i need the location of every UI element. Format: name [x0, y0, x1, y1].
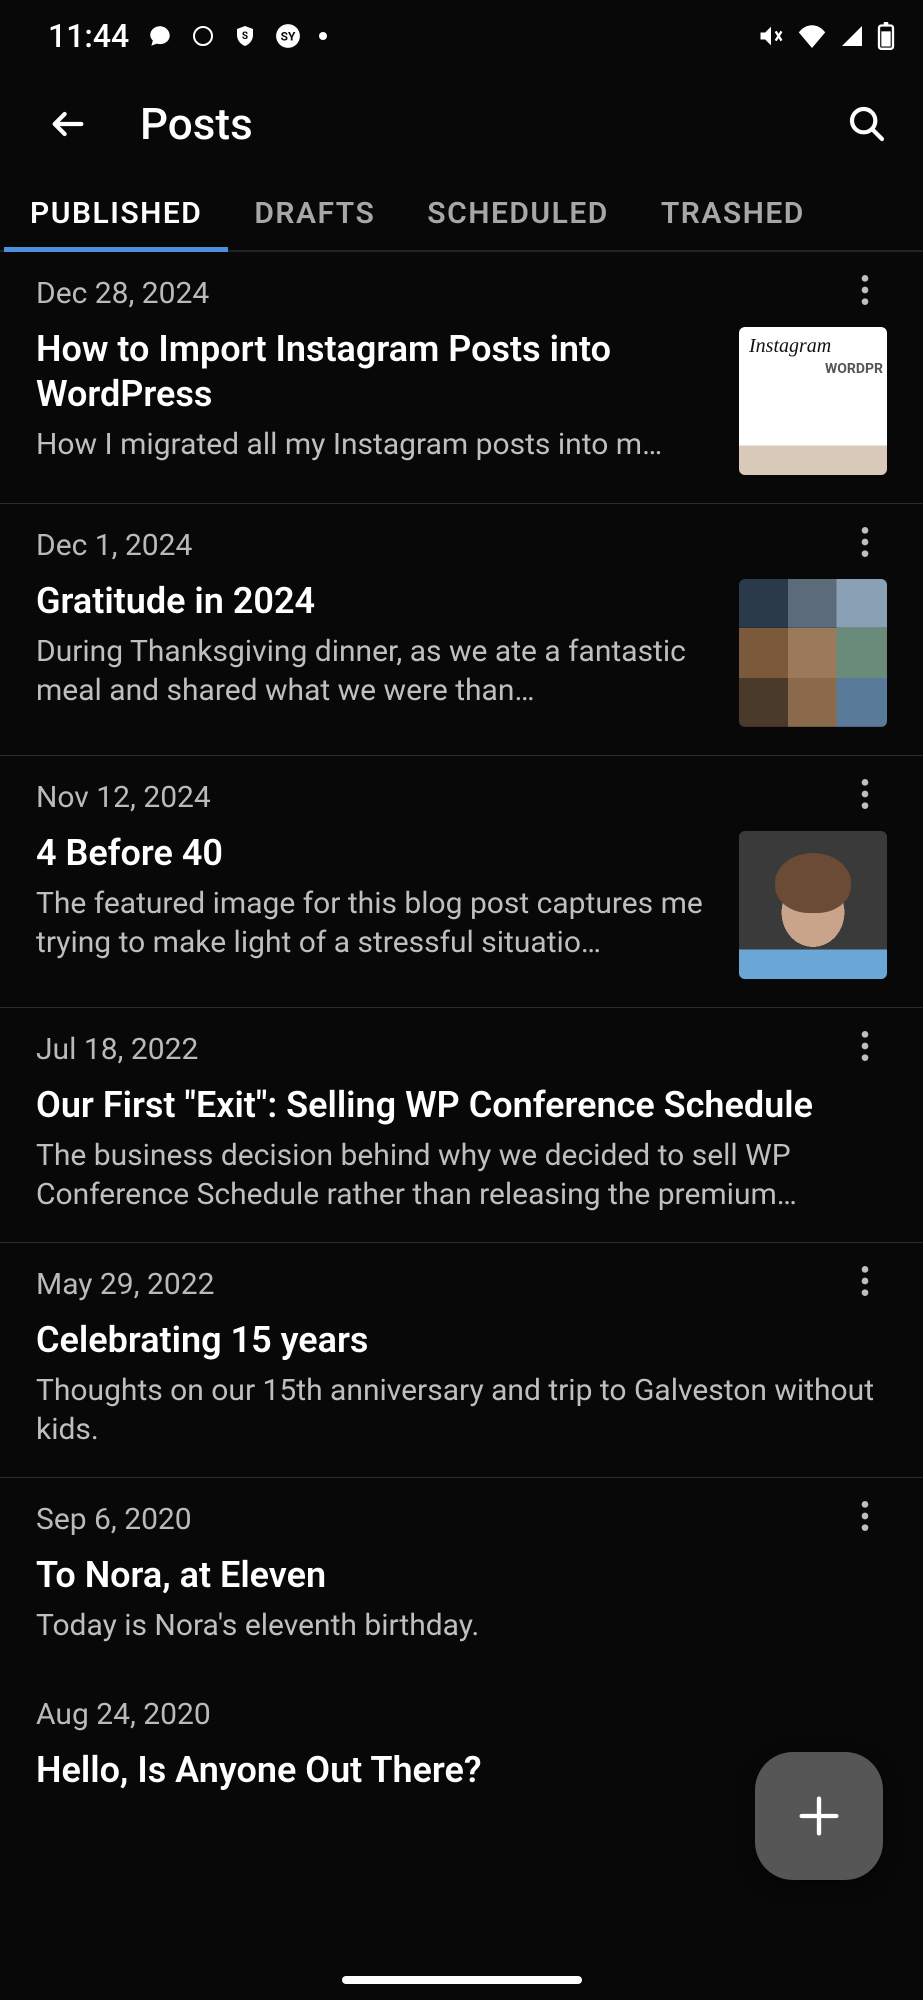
back-button[interactable] — [40, 96, 96, 152]
battery-icon — [877, 22, 895, 50]
post-title: Our First "Exit": Selling WP Conference … — [36, 1083, 887, 1128]
row-menu-button[interactable] — [847, 272, 883, 308]
chat-icon — [147, 23, 173, 49]
plus-icon — [793, 1790, 845, 1842]
row-menu-button[interactable] — [847, 1028, 883, 1064]
sy-badge-icon: SY — [275, 23, 301, 49]
tab-trashed[interactable]: TRASHED — [635, 176, 831, 250]
status-bar: 11:44 S SY — [0, 0, 923, 72]
tab-label: PUBLISHED — [30, 196, 202, 231]
mute-icon — [757, 22, 785, 50]
row-menu-button[interactable] — [847, 776, 883, 812]
post-date: Nov 12, 2024 — [36, 780, 887, 815]
post-row[interactable]: Dec 28, 2024 How to Import Instagram Pos… — [0, 252, 923, 504]
tab-label: DRAFTS — [254, 196, 375, 231]
post-date: May 29, 2022 — [36, 1267, 887, 1302]
post-thumbnail — [739, 327, 887, 475]
more-vert-icon — [861, 1031, 869, 1061]
post-date: Sep 6, 2020 — [36, 1502, 887, 1537]
post-row[interactable]: Dec 1, 2024 Gratitude in 2024 During Tha… — [0, 504, 923, 756]
post-excerpt: The business decision behind why we deci… — [36, 1136, 887, 1214]
tab-scheduled[interactable]: SCHEDULED — [401, 176, 635, 250]
post-list: Dec 28, 2024 How to Import Instagram Pos… — [0, 252, 923, 1829]
post-row[interactable]: Sep 6, 2020 To Nora, at Eleven Today is … — [0, 1478, 923, 1673]
post-excerpt: During Thanksgiving dinner, as we ate a … — [36, 632, 715, 710]
post-excerpt: Thoughts on our 15th anniversary and tri… — [36, 1371, 887, 1449]
post-thumbnail — [739, 579, 887, 727]
more-vert-icon — [861, 1501, 869, 1531]
post-excerpt: The featured image for this blog post ca… — [36, 884, 715, 962]
app-header: Posts — [0, 72, 923, 176]
post-date: Dec 28, 2024 — [36, 276, 887, 311]
search-button[interactable] — [839, 96, 895, 152]
more-vert-icon — [861, 275, 869, 305]
post-date: Aug 24, 2020 — [36, 1697, 887, 1732]
post-excerpt: How I migrated all my Instagram posts in… — [36, 425, 715, 464]
post-row[interactable]: May 29, 2022 Celebrating 15 years Though… — [0, 1243, 923, 1478]
search-icon — [847, 104, 887, 144]
add-post-fab[interactable] — [755, 1752, 883, 1880]
row-menu-button[interactable] — [847, 524, 883, 560]
status-dot-icon — [319, 32, 327, 40]
svg-text:S: S — [242, 31, 248, 42]
status-right — [757, 22, 895, 50]
more-vert-icon — [861, 1266, 869, 1296]
dnd-moon-icon — [191, 24, 215, 48]
post-title: How to Import Instagram Posts into WordP… — [36, 327, 715, 417]
post-row[interactable]: Jul 18, 2022 Our First "Exit": Selling W… — [0, 1008, 923, 1243]
tab-label: TRASHED — [661, 196, 805, 231]
page-title: Posts — [140, 98, 253, 150]
post-title: Celebrating 15 years — [36, 1318, 887, 1363]
post-date: Dec 1, 2024 — [36, 528, 887, 563]
post-thumbnail — [739, 831, 887, 979]
status-left: 11:44 S SY — [48, 17, 327, 55]
tab-label: SCHEDULED — [427, 196, 609, 231]
arrow-left-icon — [48, 104, 88, 144]
row-menu-button[interactable] — [847, 1263, 883, 1299]
post-date: Jul 18, 2022 — [36, 1032, 887, 1067]
tab-drafts[interactable]: DRAFTS — [228, 176, 401, 250]
signal-icon — [839, 24, 865, 48]
more-vert-icon — [861, 779, 869, 809]
tab-published[interactable]: PUBLISHED — [4, 176, 228, 250]
post-title: 4 Before 40 — [36, 831, 715, 876]
shield-icon: S — [233, 24, 257, 48]
tabs: PUBLISHED DRAFTS SCHEDULED TRASHED — [0, 176, 923, 252]
post-excerpt: Today is Nora's eleventh birthday. — [36, 1606, 887, 1645]
row-menu-button[interactable] — [847, 1498, 883, 1534]
svg-text:SY: SY — [281, 29, 296, 43]
wifi-icon — [797, 24, 827, 48]
post-title: To Nora, at Eleven — [36, 1553, 887, 1598]
status-time: 11:44 — [48, 17, 129, 55]
home-indicator[interactable] — [342, 1976, 582, 1984]
post-row[interactable]: Nov 12, 2024 4 Before 40 The featured im… — [0, 756, 923, 1008]
post-title: Gratitude in 2024 — [36, 579, 715, 624]
more-vert-icon — [861, 527, 869, 557]
